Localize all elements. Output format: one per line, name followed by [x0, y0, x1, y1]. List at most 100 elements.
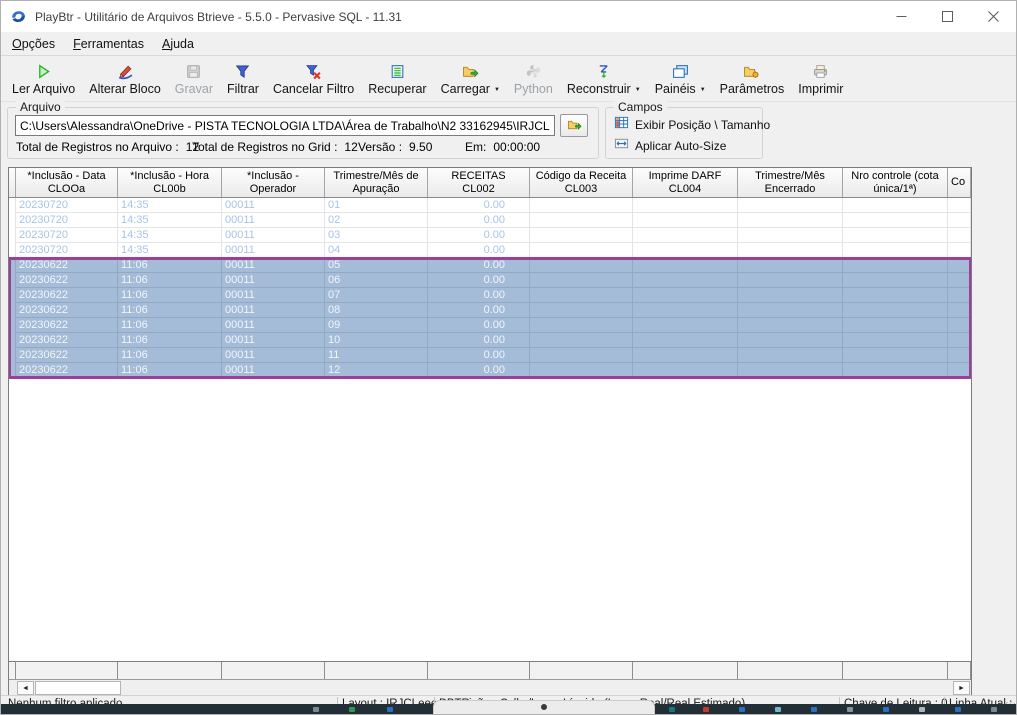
grid-cell[interactable]: 04	[325, 243, 428, 258]
grid-cell[interactable]	[843, 318, 948, 333]
grid-cell[interactable]: 06	[325, 273, 428, 288]
grid-cell[interactable]	[530, 288, 633, 303]
grid-cell[interactable]: 20230622	[16, 348, 118, 363]
grid-cell[interactable]	[530, 333, 633, 348]
grid-cell[interactable]	[738, 303, 843, 318]
grid-cell[interactable]: 11:06	[118, 318, 222, 333]
grid-cell[interactable]	[843, 348, 948, 363]
grid-cell[interactable]	[530, 258, 633, 273]
table-row[interactable]: 2023062211:0600011120.00	[9, 363, 971, 378]
grid-cell[interactable]	[948, 258, 971, 273]
menu-opcoes[interactable]: Opções	[3, 34, 64, 54]
grid-cell[interactable]: 00011	[222, 303, 325, 318]
grid-cell[interactable]	[738, 288, 843, 303]
grid-cell[interactable]	[530, 363, 633, 378]
grid-cell[interactable]: 20230720	[16, 228, 118, 243]
table-row[interactable]: 2023062211:0600011110.00	[9, 348, 971, 363]
grid-cell[interactable]: 02	[325, 213, 428, 228]
menu-ajuda[interactable]: Ajuda	[153, 34, 203, 54]
grid-cell[interactable]: 20230622	[16, 318, 118, 333]
toolbar-button-paineis[interactable]: Painéis▼	[648, 57, 713, 100]
grid-cell[interactable]	[843, 258, 948, 273]
grid-cell[interactable]: 20230622	[16, 288, 118, 303]
minimize-button[interactable]	[878, 1, 924, 32]
grid-cell[interactable]	[843, 273, 948, 288]
toolbar-button-filtrar[interactable]: Filtrar	[220, 57, 266, 100]
grid-cell[interactable]: 0.00	[428, 348, 530, 363]
table-row[interactable]: 2023062211:0600011090.00	[9, 318, 971, 333]
grid-cell[interactable]	[530, 198, 633, 213]
grid-cell[interactable]: 0.00	[428, 273, 530, 288]
grid-cell[interactable]: 0.00	[428, 318, 530, 333]
taskbar-icon[interactable]	[313, 707, 319, 712]
grid-cell[interactable]	[948, 303, 971, 318]
grid-cell[interactable]	[843, 363, 948, 378]
table-row[interactable]: 2023062211:0600011050.00	[9, 258, 971, 273]
grid-cell[interactable]: 20230720	[16, 198, 118, 213]
grid-cell[interactable]	[738, 258, 843, 273]
toolbar-button-carregar[interactable]: Carregar▼	[434, 57, 507, 100]
grid-cell[interactable]	[530, 243, 633, 258]
campos-button-exibir-posicao-tamanho[interactable]: Exibir Posição \ Tamanho	[614, 115, 770, 135]
grid-cell[interactable]: 00011	[222, 228, 325, 243]
grid-cell[interactable]: 00011	[222, 333, 325, 348]
toolbar-button-reconstruir[interactable]: Reconstruir▼	[560, 57, 648, 100]
grid-cell[interactable]	[530, 348, 633, 363]
table-row[interactable]: 2023072014:3500011030.00	[9, 228, 971, 243]
grid-cell[interactable]: 05	[325, 258, 428, 273]
grid-cell[interactable]	[738, 198, 843, 213]
grid-cell[interactable]	[633, 198, 738, 213]
table-row[interactable]: 2023062211:0600011080.00	[9, 303, 971, 318]
column-header-inclusao-operador[interactable]: *Inclusão -Operador	[222, 168, 325, 197]
taskbar-icon[interactable]	[919, 707, 925, 712]
taskbar-icon[interactable]	[883, 707, 889, 712]
taskbar-search-box[interactable]	[433, 700, 655, 714]
toolbar-button-imprimir[interactable]: Imprimir	[791, 57, 850, 100]
grid-cell[interactable]	[633, 243, 738, 258]
taskbar-icon[interactable]	[955, 707, 961, 712]
grid-cell[interactable]: 01	[325, 198, 428, 213]
grid-cell[interactable]	[633, 363, 738, 378]
column-header-imprime-darf-cl004[interactable]: Imprime DARFCL004	[633, 168, 738, 197]
grid-cell[interactable]	[843, 333, 948, 348]
grid-cell[interactable]: 14:35	[118, 198, 222, 213]
taskbar-icon[interactable]	[349, 707, 355, 712]
grid-cell[interactable]: 0.00	[428, 288, 530, 303]
grid-cell[interactable]: 14:35	[118, 243, 222, 258]
grid-cell[interactable]: 00011	[222, 348, 325, 363]
grid-cell[interactable]	[738, 228, 843, 243]
grid-cell[interactable]	[948, 288, 971, 303]
grid-cell[interactable]	[948, 198, 971, 213]
horizontal-scrollbar[interactable]	[9, 679, 971, 696]
grid-cell[interactable]	[633, 228, 738, 243]
taskbar-icon[interactable]	[387, 707, 393, 712]
grid-cell[interactable]: 00011	[222, 198, 325, 213]
grid-cell[interactable]: 11	[325, 348, 428, 363]
file-path-input[interactable]	[15, 115, 555, 136]
grid-cell[interactable]	[738, 318, 843, 333]
table-row[interactable]: 2023062211:0600011100.00	[9, 333, 971, 348]
grid-cell[interactable]	[738, 243, 843, 258]
grid-cell[interactable]: 12	[325, 363, 428, 378]
grid-cell[interactable]: 11:06	[118, 258, 222, 273]
grid-cell[interactable]	[843, 228, 948, 243]
grid-cell[interactable]: 11:06	[118, 303, 222, 318]
table-row[interactable]: 2023072014:3500011010.00	[9, 198, 971, 213]
column-header-inclusao-hora-cl00b[interactable]: *Inclusão - HoraCL00b	[118, 168, 222, 197]
column-header-inclusao-data-clooa[interactable]: *Inclusão - DataCLOOa	[16, 168, 118, 197]
grid-cell[interactable]: 11:06	[118, 273, 222, 288]
toolbar-button-alterar-bloco[interactable]: Alterar Bloco	[82, 57, 168, 100]
column-header-codigo-da-receita-cl003[interactable]: Código da ReceitaCL003	[530, 168, 633, 197]
column-header-trimestre-mes-encerrado[interactable]: Trimestre/MêsEncerrado	[738, 168, 843, 197]
grid-cell[interactable]	[633, 303, 738, 318]
browse-file-button[interactable]	[560, 114, 588, 137]
table-row[interactable]: 2023072014:3500011020.00	[9, 213, 971, 228]
grid-cell[interactable]: 14:35	[118, 228, 222, 243]
grid-cell[interactable]	[843, 213, 948, 228]
grid-cell[interactable]	[633, 288, 738, 303]
grid-cell[interactable]	[843, 303, 948, 318]
grid-cell[interactable]: 00011	[222, 243, 325, 258]
grid-cell[interactable]	[633, 273, 738, 288]
grid-cell[interactable]	[633, 318, 738, 333]
toolbar-button-recuperar[interactable]: Recuperar	[361, 57, 433, 100]
